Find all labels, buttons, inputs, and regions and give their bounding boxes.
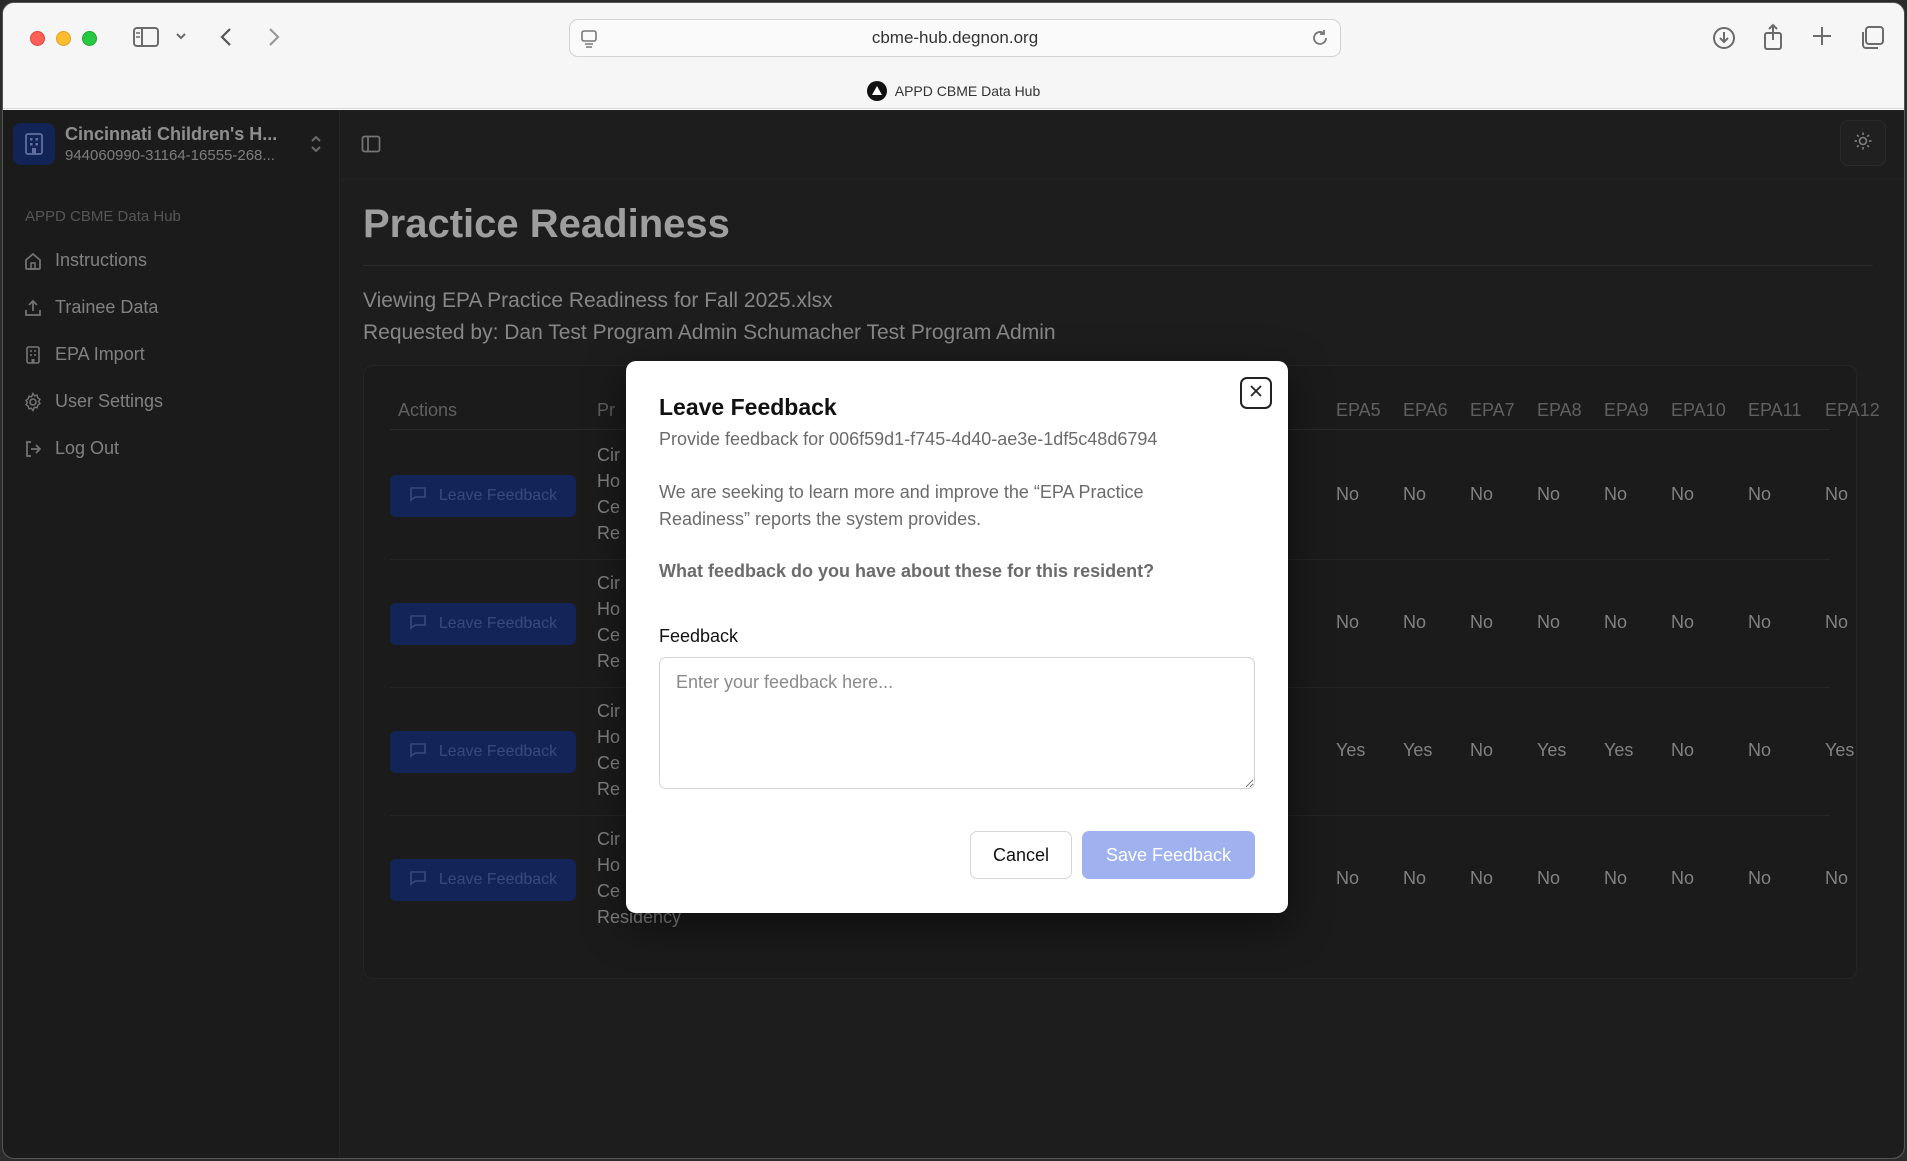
chevron-down-icon[interactable] xyxy=(175,31,187,41)
new-tab-icon[interactable] xyxy=(1811,25,1833,47)
address-bar[interactable]: cbme-hub.degnon.org xyxy=(569,19,1341,57)
save-feedback-button[interactable]: Save Feedback xyxy=(1082,831,1255,879)
close-icon xyxy=(1249,384,1263,403)
active-tab[interactable]: APPD CBME Data Hub xyxy=(3,81,1904,101)
close-dialog-button[interactable] xyxy=(1240,377,1272,409)
dialog-title: Leave Feedback xyxy=(659,394,837,420)
cancel-button[interactable]: Cancel xyxy=(970,831,1072,879)
app-logo-icon xyxy=(866,81,887,101)
url-text: cbme-hub.degnon.org xyxy=(871,28,1039,47)
feedback-textarea[interactable] xyxy=(659,657,1255,789)
browser-window: cbme-hub.degnon.org APPD CBME Data Hub C… xyxy=(2,2,1905,1159)
feedback-field-label: Feedback xyxy=(659,626,739,646)
sidebar-toggle-icon[interactable] xyxy=(133,27,159,47)
downloads-icon[interactable] xyxy=(1711,25,1737,51)
leave-feedback-dialog: Leave Feedback Provide feedback for 006f… xyxy=(626,361,1288,913)
browser-toolbar: cbme-hub.degnon.org APPD CBME Data Hub xyxy=(3,3,1904,109)
back-icon[interactable] xyxy=(219,27,233,47)
site-settings-icon[interactable] xyxy=(580,29,598,54)
close-window-button[interactable] xyxy=(30,31,45,46)
share-icon[interactable] xyxy=(1761,23,1785,51)
forward-icon[interactable] xyxy=(267,27,281,47)
dialog-question: What feedback do you have about these fo… xyxy=(659,561,1155,581)
maximize-window-button[interactable] xyxy=(82,31,97,46)
tab-title: APPD CBME Data Hub xyxy=(894,83,1041,99)
dialog-body-text: We are seeking to learn more and improve… xyxy=(659,482,1144,529)
dialog-description: Provide feedback for 006f59d1-f745-4d40-… xyxy=(659,429,1158,449)
minimize-window-button[interactable] xyxy=(56,31,71,46)
reload-icon[interactable] xyxy=(1310,28,1330,53)
tab-overview-icon[interactable] xyxy=(1859,25,1885,51)
